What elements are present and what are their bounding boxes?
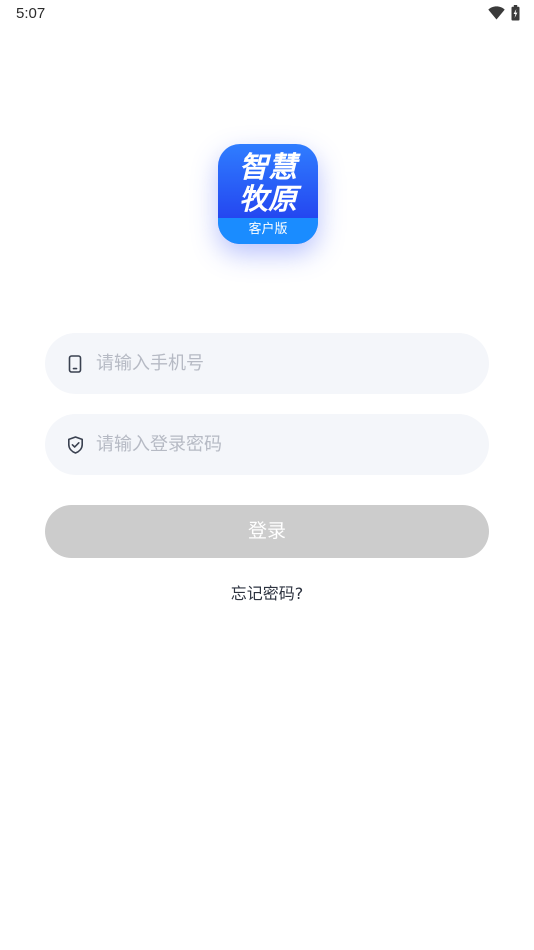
wifi-icon (488, 6, 505, 20)
battery-charging-icon (511, 5, 520, 21)
logo-text-line1: 智慧 (238, 150, 297, 184)
shield-check-icon (66, 435, 84, 454)
forgot-password-link[interactable]: 忘记密码? (0, 580, 534, 604)
app-logo: 智慧 牧原 客户版 (218, 144, 318, 244)
logo-text-line2: 牧原 (238, 182, 297, 216)
status-icons (488, 5, 520, 21)
login-button[interactable]: 登录 (45, 505, 489, 558)
password-input[interactable] (96, 434, 456, 455)
status-time: 5:07 (16, 5, 46, 22)
status-bar: 5:07 (0, 0, 534, 28)
password-input-row[interactable] (45, 414, 489, 475)
logo-band-label: 客户版 (218, 218, 318, 244)
phone-input-row[interactable] (45, 333, 489, 394)
phone-input[interactable] (96, 353, 456, 374)
mobile-phone-icon (66, 354, 84, 373)
